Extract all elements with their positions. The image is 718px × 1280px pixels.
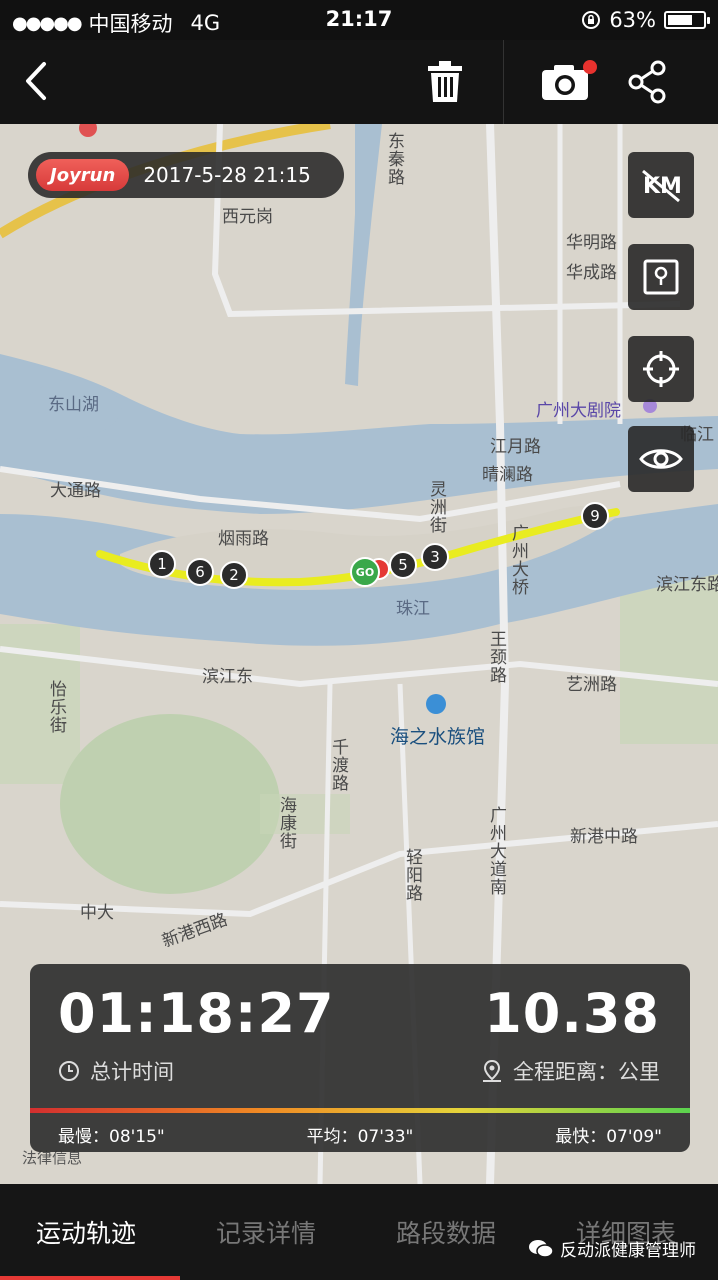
km-marker[interactable]: 5 [389, 551, 417, 579]
share-button[interactable] [626, 58, 668, 106]
map-label: 烟雨路 [218, 529, 269, 549]
map-label: 东秦路 [384, 132, 404, 186]
run-datetime: 2017-5-28 21:15 [143, 163, 311, 187]
active-tab-indicator [0, 1276, 180, 1280]
bottom-tab-bar: 运动轨迹 记录详情 路段数据 详细图表 反动派健康管理师 [0, 1184, 718, 1280]
duration-label-row: 总计时间 [58, 1056, 174, 1086]
map-label: 大通路 [50, 481, 101, 501]
tab-record-details[interactable]: 记录详情 [216, 1214, 316, 1250]
km-marker[interactable]: 1 [148, 550, 176, 578]
km-marker[interactable]: 3 [421, 543, 449, 571]
pace-gradient-bar [30, 1108, 690, 1113]
location-pin-icon [483, 1059, 501, 1082]
map-label: 中大 [80, 903, 114, 923]
map-label: 西元岗 [222, 207, 273, 227]
battery-percent: 63% [609, 8, 656, 32]
wechat-icon [529, 1239, 554, 1258]
chevron-left-icon [26, 62, 46, 100]
map-label: 海康街 [276, 796, 296, 850]
clock-icon [59, 1061, 79, 1081]
watermark-text: 反动派健康管理师 [560, 1241, 696, 1261]
status-right: 63% [581, 8, 710, 32]
map-label: 华明路 [566, 233, 617, 253]
watermark: 反动派健康管理师 [528, 1236, 696, 1261]
map-label: 广州大桥 [508, 524, 528, 596]
fastest-pace: 最快：07'09" [555, 1127, 662, 1147]
km-marker[interactable]: 6 [186, 558, 214, 586]
duration-label: 总计时间 [90, 1060, 174, 1084]
map-label: 滨江东路 [656, 575, 718, 595]
visibility-button[interactable] [628, 426, 694, 492]
pace-row: 最慢：08'15" 平均：07'33" 最快：07'09" [58, 1122, 662, 1147]
map-label: 灵洲街 [426, 480, 446, 534]
toolbar [0, 40, 718, 124]
map-label: 新港中路 [570, 827, 638, 847]
map-label: 怡乐街 [46, 680, 66, 734]
map-label: 广州大剧院 [536, 401, 621, 421]
map-layer-icon [643, 259, 679, 295]
map-label: 滨江东 [202, 667, 253, 687]
distance-label: 全程距离：公里 [513, 1060, 660, 1084]
toolbar-divider [503, 40, 504, 124]
status-bar: ●●●●● 中国移动 4G 21:17 63% [0, 0, 718, 40]
trash-icon [428, 61, 462, 102]
run-date-pill: Joyrun 2017-5-28 21:15 [28, 152, 344, 198]
notification-dot [583, 60, 597, 74]
km-marker[interactable]: 2 [220, 561, 248, 589]
delete-button[interactable] [420, 58, 470, 106]
slowest-pace: 最慢：08'15" [58, 1127, 165, 1147]
locate-button[interactable] [628, 336, 694, 402]
map-label: 王颈路 [486, 630, 506, 684]
map-label: 东山湖 [48, 395, 99, 415]
start-marker[interactable]: GO [350, 557, 380, 587]
map-label: 千渡路 [328, 738, 348, 792]
km-toggle-icon: KM [642, 169, 682, 203]
run-stats-panel: 01:18:27 10.38 总计时间 全程距离：公里 最慢：08'15" 平均… [30, 964, 690, 1152]
map-label: 海之水族馆 [390, 726, 486, 748]
total-distance: 10.38 [484, 982, 660, 1045]
average-pace: 平均：07'33" [306, 1127, 414, 1147]
map-label: 江月路 [490, 437, 541, 457]
map-label: 珠江 [396, 599, 430, 619]
tab-route[interactable]: 运动轨迹 [36, 1214, 136, 1250]
map-label: 轻阳路 [402, 848, 422, 902]
share-icon [628, 60, 666, 104]
total-duration: 01:18:27 [58, 982, 335, 1045]
km-marker[interactable]: 9 [581, 502, 609, 530]
eye-icon [639, 449, 683, 469]
map-layer-button[interactable] [628, 244, 694, 310]
rotation-lock-icon [582, 11, 601, 29]
map-label: 晴澜路 [482, 465, 533, 485]
brand-logo: Joyrun [36, 159, 130, 191]
map-label: 华成路 [566, 263, 617, 283]
locate-icon [643, 351, 679, 387]
back-button[interactable] [18, 56, 58, 106]
km-toggle-button[interactable]: KM [628, 152, 694, 218]
map-label: 广州大道南 [486, 806, 506, 896]
battery-icon [664, 11, 710, 29]
tab-segment-data[interactable]: 路段数据 [396, 1214, 496, 1250]
map-label: 艺洲路 [566, 675, 617, 695]
distance-label-row: 全程距离：公里 [481, 1056, 660, 1086]
